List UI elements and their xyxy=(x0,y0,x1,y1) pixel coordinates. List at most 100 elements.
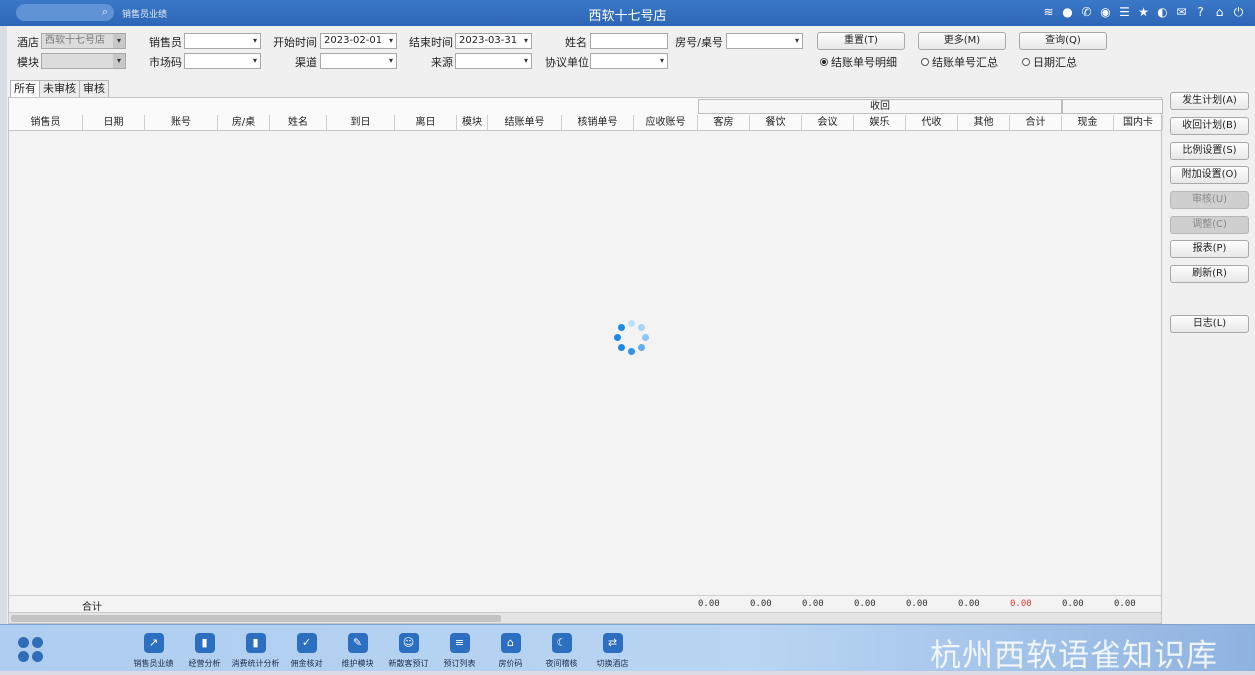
query-button[interactable]: 查询(Q) xyxy=(1019,32,1107,50)
start-time-label: 开始时间 xyxy=(273,36,317,49)
log-button[interactable]: 日志(L) xyxy=(1170,315,1249,333)
app-logo-icon[interactable] xyxy=(18,637,44,663)
chart-icon: ↗ xyxy=(143,633,164,653)
stats-icon: ▮ xyxy=(245,633,266,653)
home-icon[interactable]: ⌂ xyxy=(1213,4,1226,20)
scroll-thumb[interactable] xyxy=(11,615,501,622)
col-salesperson[interactable]: 销售员 xyxy=(9,115,83,130)
chat-icon[interactable]: ● xyxy=(1061,4,1074,20)
dock-booking-list[interactable]: ≡ 预订列表 xyxy=(434,631,485,669)
col-food[interactable]: 餐饮 xyxy=(750,115,802,130)
dock-night-audit[interactable]: ☾ 夜间稽核 xyxy=(536,631,587,669)
radio-detail[interactable]: 结账单号明细 xyxy=(820,54,897,70)
chevron-down-icon: ▾ xyxy=(388,36,393,45)
source-select[interactable]: ▾ xyxy=(455,53,532,69)
tab-unaudited[interactable]: 未审核 xyxy=(39,80,80,97)
module-select[interactable]: ▾ xyxy=(41,53,126,69)
total-sum: 0.00 xyxy=(1010,599,1032,609)
col-checkout-no[interactable]: 结账单号 xyxy=(488,115,562,130)
col-date[interactable]: 日期 xyxy=(83,115,145,130)
col-other[interactable]: 其他 xyxy=(958,115,1010,130)
data-grid[interactable]: 收回 销售员 日期 账号 房/桌 姓名 到日 离日 模块 结账单号 核销单号 应… xyxy=(8,97,1163,624)
report-button[interactable]: 报表(P) xyxy=(1170,240,1249,258)
ratio-settings-button[interactable]: 比例设置(S) xyxy=(1170,142,1249,160)
col-cash[interactable]: 现金 xyxy=(1062,115,1114,130)
col-departure[interactable]: 离日 xyxy=(395,115,457,130)
chevron-down-icon: ▾ xyxy=(252,36,257,45)
phone-icon[interactable]: ✆ xyxy=(1080,4,1093,20)
chevron-down-icon: ▾ xyxy=(659,56,664,65)
moon-icon[interactable]: ◐ xyxy=(1156,4,1169,20)
start-time-field[interactable]: 2023-02-01 ▾ xyxy=(320,33,397,49)
check-icon: ✓ xyxy=(296,633,317,653)
market-label: 市场码 xyxy=(149,56,182,69)
col-name[interactable]: 姓名 xyxy=(270,115,327,130)
col-writeoff-no[interactable]: 核销单号 xyxy=(562,115,634,130)
radio-date-summary[interactable]: 日期汇总 xyxy=(1022,54,1077,70)
col-receivable[interactable]: 应收账号 xyxy=(634,115,698,130)
refresh-button[interactable]: 刷新(R) xyxy=(1170,265,1249,283)
palette-icon[interactable]: ◉ xyxy=(1099,4,1112,20)
col-room[interactable]: 房/桌 xyxy=(218,115,270,130)
dock-new-booking[interactable]: ☺ 新散客预订 xyxy=(383,631,434,669)
total-room: 0.00 xyxy=(698,599,720,609)
plan-recover-button[interactable]: 收回计划(B) xyxy=(1170,117,1249,135)
agreement-select[interactable]: ▾ xyxy=(590,53,668,69)
tab-bar: 所有 未审核 审核 xyxy=(10,80,109,98)
power-icon[interactable]: ⏻ xyxy=(1232,4,1245,20)
help-icon[interactable]: ? xyxy=(1194,4,1207,20)
col-account[interactable]: 账号 xyxy=(145,115,218,130)
col-total[interactable]: 合计 xyxy=(1010,115,1062,130)
source-label: 来源 xyxy=(431,56,453,69)
col-domestic-card[interactable]: 国内卡 xyxy=(1114,115,1163,130)
dock-rate-code[interactable]: ⌂ 房价码 xyxy=(485,631,536,669)
end-time-field[interactable]: 2023-03-31 ▾ xyxy=(455,33,532,49)
salesperson-label: 销售员 xyxy=(149,36,182,49)
radio-icon[interactable] xyxy=(921,58,929,66)
col-entertainment[interactable]: 娱乐 xyxy=(854,115,906,130)
star-icon[interactable]: ★ xyxy=(1137,4,1150,20)
col-meeting[interactable]: 会议 xyxy=(802,115,854,130)
name-input[interactable] xyxy=(590,33,668,49)
audit-button[interactable]: 审核(U) xyxy=(1170,191,1249,209)
extra-settings-button[interactable]: 附加设置(O) xyxy=(1170,166,1249,184)
dock-consumption-stats[interactable]: ▮ 消费统计分析 xyxy=(230,631,281,669)
chevron-down-icon: ▾ xyxy=(113,34,125,48)
radio-summary[interactable]: 结账单号汇总 xyxy=(921,54,998,70)
market-select[interactable]: ▾ xyxy=(184,53,261,69)
wifi-icon[interactable]: ≋ xyxy=(1042,4,1055,20)
plan-occur-button[interactable]: 发生计划(A) xyxy=(1170,92,1249,110)
reset-button[interactable]: 重置(T) xyxy=(817,32,905,50)
total-meeting: 0.00 xyxy=(802,599,824,609)
dock-switch-hotel[interactable]: ⇄ 切换酒店 xyxy=(587,631,638,669)
col-module[interactable]: 模块 xyxy=(457,115,488,130)
module-label: 模块 xyxy=(17,56,39,69)
adjust-button[interactable]: 调整(C) xyxy=(1170,216,1249,234)
wrench-icon: ✎ xyxy=(347,633,368,653)
tab-all[interactable]: 所有 xyxy=(10,80,40,97)
dock-commission-check[interactable]: ✓ 佣金核对 xyxy=(281,631,332,669)
more-button[interactable]: 更多(M) xyxy=(918,32,1006,50)
hotel-select[interactable]: 西软十七号店 ▾ xyxy=(41,33,126,49)
dock-sales-performance[interactable]: ↗ 销售员业绩 xyxy=(128,631,179,669)
total-entertainment: 0.00 xyxy=(854,599,876,609)
group-header-payment xyxy=(1062,99,1163,114)
total-food: 0.00 xyxy=(750,599,772,609)
tab-audited[interactable]: 审核 xyxy=(79,80,109,97)
menu-icon[interactable]: ☰ xyxy=(1118,4,1131,20)
dock-business-analysis[interactable]: ▮ 经营分析 xyxy=(179,631,230,669)
list-icon: ≡ xyxy=(449,633,470,653)
horizontal-scrollbar[interactable] xyxy=(9,612,1161,623)
channel-select[interactable]: ▾ xyxy=(320,53,397,69)
col-arrival[interactable]: 到日 xyxy=(327,115,395,130)
salesperson-select[interactable]: ▾ xyxy=(184,33,261,49)
radio-icon[interactable] xyxy=(1022,58,1030,66)
dock-maintenance[interactable]: ✎ 维护模块 xyxy=(332,631,383,669)
room-select[interactable]: ▾ xyxy=(726,33,803,49)
col-room-rev[interactable]: 客房 xyxy=(698,115,750,130)
col-collect[interactable]: 代收 xyxy=(906,115,958,130)
main-panel: 酒店 西软十七号店 ▾ 销售员 ▾ 开始时间 2023-02-01 ▾ 结束时间 2… xyxy=(7,26,1255,624)
total-cash: 0.00 xyxy=(1062,599,1084,609)
mail-icon[interactable]: ✉ xyxy=(1175,4,1188,20)
radio-selected-icon[interactable] xyxy=(820,58,828,66)
